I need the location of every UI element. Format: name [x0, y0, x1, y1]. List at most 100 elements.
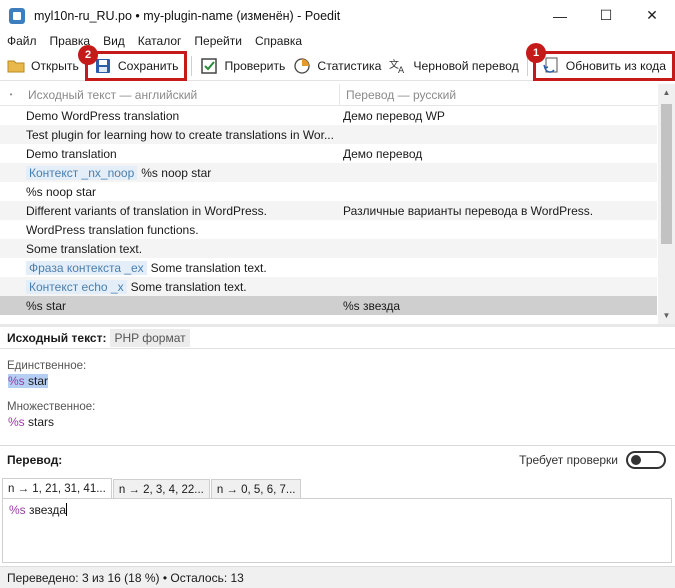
- format-tag: PHP формат: [110, 328, 190, 347]
- save-button[interactable]: Сохранить: [84, 50, 188, 81]
- table-row[interactable]: Фраза контекста _ex Some translation text…: [0, 258, 657, 277]
- folder-icon: [7, 57, 25, 75]
- singular-text: star: [24, 374, 49, 388]
- needs-review-toggle[interactable]: [626, 451, 666, 469]
- text-caret: [66, 503, 68, 516]
- source-cell: %s noop star: [0, 185, 340, 199]
- update-from-code-button[interactable]: Обновить из кода: [532, 50, 675, 81]
- validate-label: Проверить: [224, 58, 286, 73]
- placeholder-token: %s: [8, 374, 25, 388]
- source-text: %s star: [26, 298, 67, 313]
- table-row[interactable]: Some translation text.: [0, 239, 657, 258]
- step-badge-update: 1: [526, 43, 546, 63]
- translate-icon: 文A: [389, 57, 407, 75]
- scroll-down-icon[interactable]: ▼: [658, 307, 675, 324]
- source-text: Some translation text.: [130, 279, 247, 294]
- plural-forms-tabs: n → 1, 21, 31, 41... n → 2, 3, 4, 22... …: [0, 478, 302, 499]
- menu-help[interactable]: Справка: [255, 34, 302, 48]
- translation-text: звезда: [25, 503, 67, 517]
- window-title: myl10n-ru_RU.po • my-plugin-name (изменё…: [34, 8, 341, 23]
- open-button[interactable]: Открыть: [0, 53, 83, 79]
- source-text: Demo translation: [26, 146, 117, 161]
- menu-bar: Файл Правка Вид Каталог Перейти Справка: [0, 31, 675, 51]
- validate-button[interactable]: Проверить: [196, 53, 289, 79]
- context-tag: Контекст echo _x: [26, 279, 127, 294]
- table-row[interactable]: Different variants of translation in Wor…: [0, 201, 657, 220]
- translation-panel-title: Перевод:: [7, 452, 63, 467]
- toolbar-divider: [191, 55, 193, 76]
- table-row[interactable]: %s star %s звезда: [0, 296, 657, 315]
- tab-plural-form-2[interactable]: n → 2, 3, 4, 22...: [112, 479, 210, 499]
- menu-goto[interactable]: Перейти: [194, 34, 242, 48]
- step-badge-save: 2: [78, 45, 98, 65]
- placeholder-token: %s: [9, 503, 26, 517]
- menu-view[interactable]: Вид: [103, 34, 125, 48]
- source-text: Test plugin for learning how to create t…: [26, 127, 334, 142]
- poedit-app-icon: [9, 7, 25, 24]
- translation-cell: Демо перевод: [343, 146, 423, 161]
- status-text: Переведено: 3 из 16 (18 %) • Осталось: 1…: [7, 570, 244, 585]
- source-text: Demo WordPress translation: [26, 108, 180, 123]
- source-text: Some translation text.: [150, 260, 267, 275]
- source-text: Different variants of translation in Wor…: [26, 203, 267, 218]
- scroll-thumb[interactable]: [661, 104, 672, 244]
- source-panel-title: Исходный текст:: [7, 330, 107, 345]
- table-row[interactable]: %s noop star: [0, 182, 657, 201]
- singular-source-text: %s star: [8, 374, 49, 388]
- pretranslate-label: Черновой перевод: [413, 58, 519, 73]
- source-text: Some translation text.: [26, 241, 143, 256]
- source-cell: WordPress translation functions.: [0, 223, 340, 237]
- plural-text: stars: [24, 415, 55, 429]
- statistics-label: Статистика: [317, 58, 382, 73]
- update-from-code-label: Обновить из кода: [565, 58, 667, 73]
- checkbox-icon: [200, 57, 218, 75]
- table-row[interactable]: Контекст _nx_noop %s noop star: [0, 163, 657, 182]
- vertical-scrollbar[interactable]: ▲ ▼: [658, 84, 675, 324]
- source-cell: Demo translation: [0, 147, 340, 161]
- toolbar: Открыть Сохранить Проверить Статистика 文…: [0, 50, 675, 81]
- source-cell: Test plugin for learning how to create t…: [0, 128, 340, 142]
- pie-chart-icon: [293, 57, 311, 75]
- minimize-button[interactable]: —: [537, 0, 583, 31]
- source-cell: Фраза контекста _ex Some translation text…: [0, 260, 340, 275]
- table-row[interactable]: Контекст echo _x Some translation text.: [0, 277, 657, 296]
- maximize-button[interactable]: ☐: [583, 0, 629, 31]
- source-cell: Контекст echo _x Some translation text.: [0, 279, 340, 294]
- statistics-button[interactable]: Статистика: [289, 53, 385, 79]
- strings-list[interactable]: • Исходный текст — английский Перевод — …: [0, 84, 675, 324]
- source-cell: Контекст _nx_noop %s noop star: [0, 165, 340, 180]
- strings-rows: Demo WordPress translation Демо перевод W…: [0, 106, 675, 315]
- translation-editor[interactable]: %s звезда: [2, 498, 672, 563]
- menu-file[interactable]: Файл: [7, 34, 37, 48]
- source-cell: %s star: [0, 299, 340, 313]
- table-row[interactable]: Demo translation Демо перевод: [0, 144, 657, 163]
- status-bar: Переведено: 3 из 16 (18 %) • Осталось: 1…: [0, 566, 675, 588]
- scroll-up-icon[interactable]: ▲: [658, 84, 675, 101]
- table-row[interactable]: Demo WordPress translation Демо перевод W…: [0, 106, 657, 125]
- source-cell: Demo WordPress translation: [0, 109, 340, 123]
- menu-catalog[interactable]: Каталог: [138, 34, 182, 48]
- open-label: Открыть: [31, 58, 79, 73]
- tab-plural-form-1[interactable]: n → 1, 21, 31, 41...: [2, 478, 112, 499]
- singular-label: Единственное:: [7, 360, 87, 372]
- column-translation-header[interactable]: Перевод — русский: [340, 88, 675, 102]
- translation-panel-header: Перевод: Требует проверки: [0, 445, 675, 473]
- source-text: WordPress translation functions.: [26, 222, 199, 237]
- toggle-knob: [631, 455, 641, 465]
- table-row[interactable]: Test plugin for learning how to create t…: [0, 125, 657, 144]
- context-tag: Контекст _nx_noop: [26, 165, 138, 180]
- column-source-header[interactable]: Исходный текст — английский: [22, 84, 340, 106]
- source-cell: Some translation text.: [0, 242, 340, 256]
- source-text: %s noop star: [141, 165, 212, 180]
- close-button[interactable]: ✕: [629, 0, 675, 31]
- translation-cell: Различные варианты перевода в WordPress.: [343, 203, 594, 218]
- plural-source-text: %s stars: [8, 415, 54, 429]
- placeholder-token: %s: [8, 415, 25, 429]
- refresh-document-icon: [542, 57, 560, 75]
- pretranslate-button[interactable]: 文A Черновой перевод: [385, 53, 522, 79]
- needs-review-label: Требует проверки: [519, 453, 618, 467]
- sort-indicator-icon: •: [9, 90, 13, 99]
- table-row[interactable]: WordPress translation functions.: [0, 220, 657, 239]
- context-tag: Фраза контекста _ex: [26, 260, 147, 275]
- tab-plural-form-3[interactable]: n → 0, 5, 6, 7...: [210, 479, 302, 499]
